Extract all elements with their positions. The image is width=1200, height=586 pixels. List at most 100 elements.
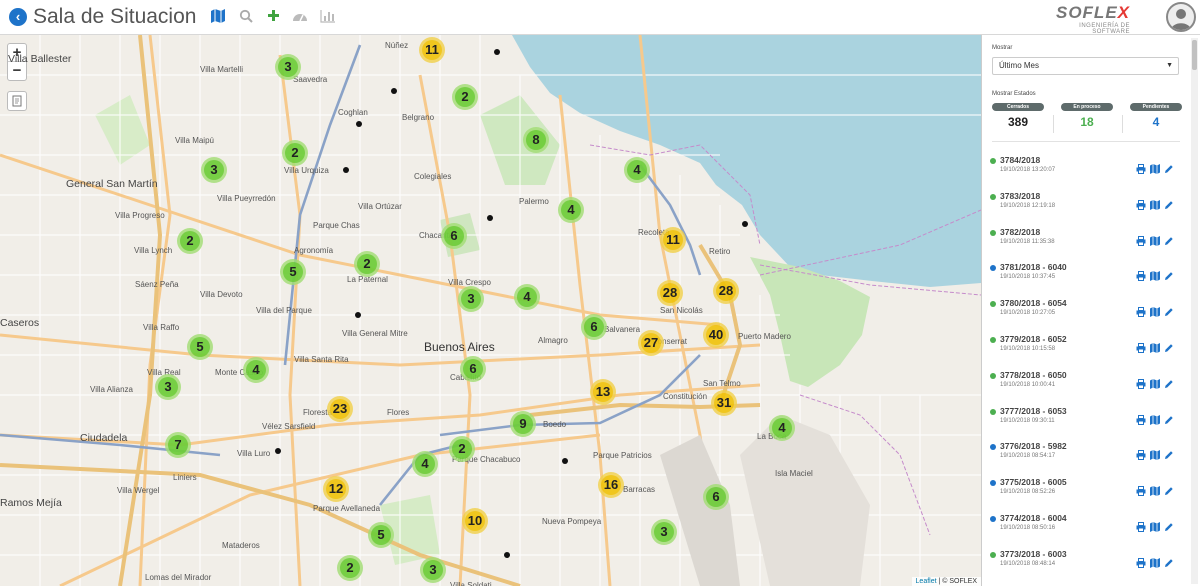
edit-button[interactable] (1164, 376, 1174, 388)
print-button[interactable] (1136, 340, 1146, 353)
edit-button[interactable] (1164, 304, 1174, 317)
print-button[interactable] (1136, 233, 1146, 246)
cluster-marker[interactable]: 4 (243, 357, 269, 383)
map-button[interactable] (1150, 268, 1160, 282)
cluster-marker[interactable]: 3 (201, 157, 227, 183)
map-area[interactable]: + − Villa Ballester Villa Martelli Saavedr… (0, 35, 981, 586)
cluster-marker[interactable]: 6 (441, 223, 467, 249)
cluster-marker[interactable]: 9 (510, 411, 536, 437)
cluster-marker[interactable]: 28 (713, 278, 739, 304)
incident-marker[interactable] (356, 121, 362, 127)
cluster-marker[interactable]: 3 (420, 557, 446, 583)
incident-marker[interactable] (487, 215, 493, 221)
edit-button[interactable] (1164, 161, 1174, 173)
edit-button[interactable] (1164, 483, 1174, 496)
cluster-marker[interactable]: 16 (598, 472, 624, 498)
cluster-marker[interactable]: 3 (155, 374, 181, 400)
print-button[interactable] (1136, 197, 1146, 210)
incident-marker[interactable] (275, 448, 281, 454)
edit-button[interactable] (1164, 233, 1174, 245)
search-button[interactable] (237, 9, 255, 27)
map-button[interactable] (1150, 519, 1160, 532)
edit-button[interactable] (1164, 340, 1174, 352)
cluster-marker[interactable]: 7 (165, 432, 191, 458)
map-button[interactable] (1150, 340, 1160, 353)
map-button[interactable] (1150, 483, 1160, 497)
map-button[interactable] (1150, 161, 1160, 174)
incident-list-item[interactable]: 3782/2018 19/10/2018 11:35:38 (988, 226, 1178, 260)
incident-marker[interactable] (343, 167, 349, 173)
stat-en-proceso[interactable]: En proceso 18 (1061, 103, 1113, 129)
cluster-marker[interactable]: 4 (514, 284, 540, 310)
cluster-marker[interactable]: 2 (449, 436, 475, 462)
cluster-marker[interactable]: 31 (711, 390, 737, 416)
cluster-marker[interactable]: 2 (282, 140, 308, 166)
incident-marker[interactable] (355, 312, 361, 318)
cluster-marker[interactable]: 40 (703, 322, 729, 348)
cluster-marker[interactable]: 10 (462, 508, 488, 534)
cluster-marker[interactable]: 5 (280, 259, 306, 285)
print-button[interactable] (1136, 376, 1146, 389)
cluster-marker[interactable]: 8 (523, 127, 549, 153)
leaflet-link[interactable]: Leaflet (916, 578, 937, 585)
incident-marker[interactable] (504, 552, 510, 558)
stat-cerrados[interactable]: Cerrados 389 (992, 103, 1044, 129)
cluster-marker[interactable]: 23 (327, 396, 353, 422)
chart-button[interactable] (319, 9, 337, 27)
print-button[interactable] (1136, 447, 1146, 461)
map-button[interactable] (1150, 197, 1160, 210)
edit-button[interactable] (1164, 555, 1174, 567)
cluster-marker[interactable]: 3 (651, 519, 677, 545)
add-button[interactable] (264, 9, 282, 27)
cluster-marker[interactable]: 2 (354, 251, 380, 277)
map-button[interactable] (1150, 233, 1160, 246)
print-button[interactable] (1136, 161, 1146, 174)
incident-list-item[interactable]: 3779/2018 - 6052 19/10/2018 10:15:58 (988, 333, 1178, 367)
print-button[interactable] (1136, 268, 1146, 282)
dashboard-button[interactable] (291, 9, 309, 27)
cluster-marker[interactable]: 4 (769, 415, 795, 441)
panel-scrollbar[interactable] (1191, 38, 1198, 584)
incident-marker[interactable] (494, 49, 500, 55)
cluster-marker[interactable]: 4 (558, 197, 584, 223)
map-button[interactable] (1150, 555, 1160, 568)
map-button[interactable] (1150, 304, 1160, 318)
stat-pendientes[interactable]: Pendientes 4 (1130, 103, 1182, 129)
incident-list-item[interactable]: 3784/2018 19/10/2018 13:20:07 (988, 154, 1178, 188)
edit-button[interactable] (1164, 519, 1174, 531)
incident-list-item[interactable]: 3780/2018 - 6054 19/10/2018 10:27:05 (988, 297, 1178, 331)
cluster-marker[interactable]: 11 (660, 227, 686, 253)
incident-list-item[interactable]: 3777/2018 - 6053 19/10/2018 09:30:11 (988, 405, 1178, 439)
cluster-marker[interactable]: 2 (452, 84, 478, 110)
cluster-marker[interactable]: 28 (657, 280, 683, 306)
edit-button[interactable] (1164, 268, 1174, 281)
edit-button[interactable] (1164, 447, 1174, 460)
print-button[interactable] (1136, 555, 1146, 568)
cluster-marker[interactable]: 2 (337, 555, 363, 581)
incident-list-item[interactable]: 3774/2018 - 6004 19/10/2018 08:50:16 (988, 512, 1178, 546)
cluster-marker[interactable]: 6 (460, 356, 486, 382)
cluster-marker[interactable]: 5 (187, 334, 213, 360)
incident-marker[interactable] (562, 458, 568, 464)
cluster-marker[interactable]: 3 (275, 54, 301, 80)
incident-list-item[interactable]: 3776/2018 - 5982 19/10/2018 08:54:17 (988, 440, 1178, 474)
cluster-marker[interactable]: 12 (323, 476, 349, 502)
incident-list-item[interactable]: 3778/2018 - 6050 19/10/2018 10:00:41 (988, 369, 1178, 403)
edit-button[interactable] (1164, 412, 1174, 424)
cluster-marker[interactable]: 13 (590, 379, 616, 405)
cluster-marker[interactable]: 6 (581, 314, 607, 340)
map-button[interactable] (1150, 412, 1160, 425)
incident-marker[interactable] (391, 88, 397, 94)
cluster-marker[interactable]: 2 (177, 228, 203, 254)
map-button[interactable] (1150, 447, 1160, 461)
map-button[interactable] (1150, 376, 1160, 389)
incident-list-item[interactable]: 3773/2018 - 6003 19/10/2018 08:48:14 (988, 548, 1178, 582)
cluster-marker[interactable]: 3 (458, 286, 484, 312)
cluster-marker[interactable]: 4 (412, 451, 438, 477)
print-button[interactable] (1136, 483, 1146, 497)
period-select[interactable]: Último Mes ▼ (992, 57, 1179, 75)
cluster-marker[interactable]: 4 (624, 157, 650, 183)
incident-list-item[interactable]: 3783/2018 19/10/2018 12:19:18 (988, 190, 1178, 224)
cluster-marker[interactable]: 6 (703, 484, 729, 510)
print-button[interactable] (1136, 519, 1146, 532)
